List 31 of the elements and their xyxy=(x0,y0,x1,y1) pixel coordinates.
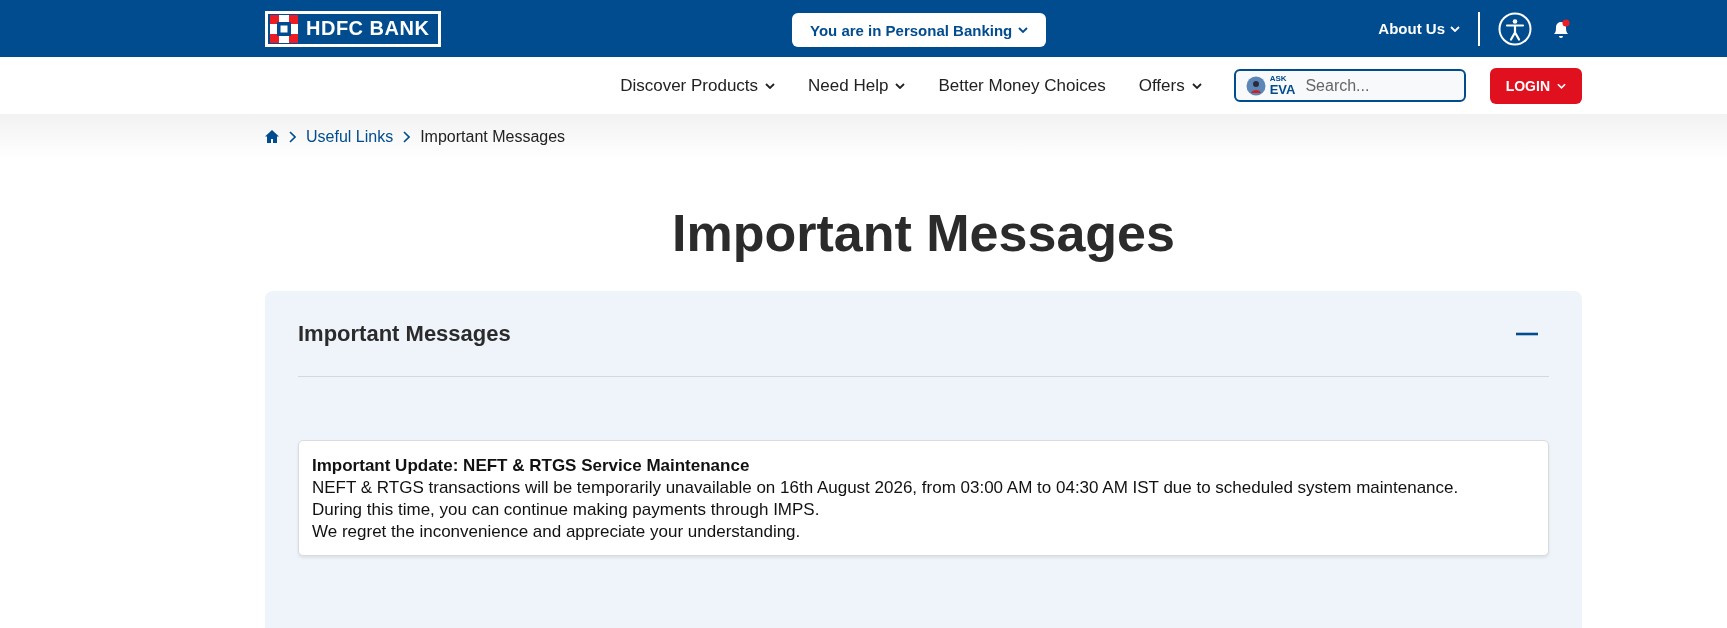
search-field[interactable]: Search... xyxy=(1303,75,1428,96)
breadcrumb-link[interactable]: Useful Links xyxy=(306,127,394,146)
accordion-title[interactable]: Important Messages xyxy=(298,320,511,347)
chevron-down-icon xyxy=(765,82,776,89)
message-text: NEFT & RTGS transactions will be temporarily unavailable on 16th August 2026, from 03:00 AM to 04:30 AM IST due to scheduled system maintenance. xyxy=(312,477,1460,499)
message-heading: Important Update: NEFT & RTGS Service Maintenance xyxy=(312,455,751,477)
ask-label: ASK xyxy=(1269,75,1288,83)
nav-menu-item[interactable]: Need Help xyxy=(808,75,906,96)
chevron-down-icon xyxy=(1191,82,1202,89)
segment-selector[interactable]: You are in Personal Banking xyxy=(792,13,1047,47)
nav-menu-item[interactable]: Offers xyxy=(1138,75,1202,96)
nav-menu-item[interactable]: Discover Products xyxy=(620,75,776,96)
chevron-down-icon xyxy=(1557,82,1566,89)
chevron-right-icon xyxy=(403,130,411,143)
chevron-down-icon xyxy=(1018,27,1029,33)
breadcrumb-current: Important Messages xyxy=(420,127,566,146)
assistant-avatar-icon xyxy=(1245,75,1266,96)
message-text: During this time, you can continue making payments through IMPS. xyxy=(312,499,821,521)
chevron-right-icon xyxy=(289,130,296,143)
logo-mark-icon xyxy=(270,14,298,43)
home-icon[interactable] xyxy=(265,130,279,143)
bank-logo[interactable]: HDFC BANK xyxy=(265,10,442,47)
eva-label: EVA xyxy=(1269,83,1296,96)
nav-menu-item[interactable]: Better Money Choices xyxy=(938,75,1106,96)
login-button[interactable]: LOGIN xyxy=(1489,67,1582,104)
message-text: We regret the inconvenience and appreciate your understanding. xyxy=(312,521,802,543)
page-title: Important Messages xyxy=(671,203,1176,263)
accessibility-icon[interactable] xyxy=(1498,11,1532,46)
chevron-down-icon xyxy=(895,82,906,89)
about-us-link[interactable]: About Us xyxy=(1378,20,1460,37)
chevron-down-icon xyxy=(1450,25,1460,32)
